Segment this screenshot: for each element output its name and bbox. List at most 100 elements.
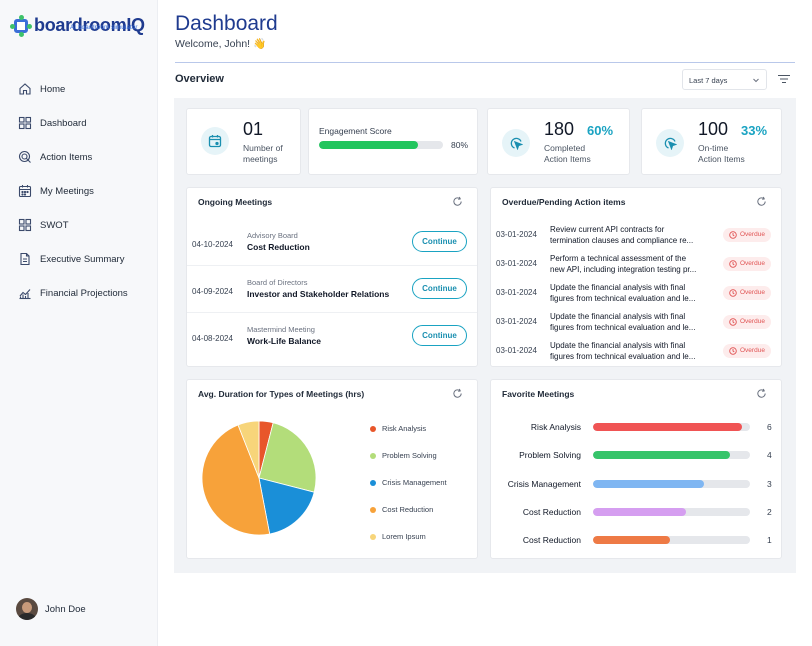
bar: [593, 451, 730, 460]
list-item[interactable]: 03-01-2024 Perform a technical assessment…: [491, 249, 781, 278]
sidebar-item-label: Home: [40, 83, 66, 95]
legend-item: Lorem Ipsum: [370, 532, 447, 559]
sidebar: boardroomIQ AI boardroom simulator Home …: [0, 0, 158, 646]
completed-count: 180: [544, 119, 575, 139]
meeting-duration-card: Avg. Duration for Types of Meetings (hrs…: [186, 379, 478, 559]
completed-percent: 60%: [587, 123, 614, 138]
grid-icon: [18, 218, 32, 232]
legend-swatch: [370, 453, 376, 459]
cursor-stat-icon: [502, 129, 530, 157]
refresh-icon[interactable]: [756, 196, 767, 207]
clock-icon: [729, 347, 737, 355]
legend-label: Risk Analysis: [382, 424, 427, 433]
status-badge: Overdue: [723, 257, 771, 271]
list-item[interactable]: 03-01-2024 Review current API contracts f…: [491, 220, 781, 249]
meeting-name: Work-Life Balance: [247, 336, 322, 346]
list-item[interactable]: 03-01-2024 Update the financial analysis …: [491, 307, 781, 336]
bar-label: Cost Reduction: [522, 535, 581, 546]
list-item[interactable]: 03-01-2024 Update the financial analysis …: [491, 336, 781, 365]
grid-icon: [18, 116, 32, 130]
action-date: 03-01-2024: [496, 317, 537, 326]
legend-swatch: [370, 426, 376, 432]
table-row: 04-08-2024 Mastermind Meeting Work-Life …: [187, 314, 477, 360]
meeting-name: Cost Reduction: [247, 242, 310, 252]
bar-label: Cost Reduction: [522, 506, 581, 517]
bar-track: [593, 423, 750, 431]
list-item[interactable]: 03-01-2024 Update the financial analysis …: [491, 278, 781, 307]
cursor-stat-icon: [656, 129, 684, 157]
avatar: [16, 598, 38, 620]
filter-icon[interactable]: [777, 73, 791, 85]
status-badge: Overdue: [723, 286, 771, 300]
bar-value: 3: [767, 478, 772, 489]
chart-title: Favorite Meetings: [502, 389, 575, 399]
clock-icon: [729, 231, 737, 239]
cursor-click-icon: [510, 137, 523, 150]
calendar-icon: [18, 185, 32, 198]
chart-title: Avg. Duration for Types of Meetings (hrs…: [198, 389, 365, 399]
chevron-down-icon: [753, 78, 759, 83]
engagement-percent: 80%: [451, 140, 469, 150]
meeting-type: Advisory Board: [247, 231, 298, 240]
action-description: Update the financial analysis with final…: [550, 341, 696, 361]
target-icon: [18, 150, 31, 163]
sidebar-nav: Home Dashboard Action Items My Meetings …: [0, 72, 158, 310]
bar: [593, 423, 743, 431]
legend-label: Lorem Ipsum: [382, 532, 426, 541]
legend-label: Problem Solving: [382, 451, 437, 460]
stat-card-engagement: Engagement Score 80%: [308, 108, 478, 175]
meeting-date: 04-08-2024: [192, 334, 233, 343]
legend-item: Problem Solving: [370, 451, 447, 478]
refresh-icon[interactable]: [756, 388, 767, 399]
clock-icon: [729, 318, 737, 326]
user-profile[interactable]: John Doe: [16, 598, 86, 620]
pie-chart: [201, 420, 317, 536]
bar-value: 4: [767, 450, 772, 461]
bar-row: Cost Reduction 1: [491, 533, 781, 561]
legend-item: Risk Analysis: [370, 424, 447, 451]
status-badge: Overdue: [723, 228, 771, 242]
legend-swatch: [370, 507, 376, 513]
refresh-icon[interactable]: [452, 388, 463, 399]
meeting-type: Mastermind Meeting: [247, 325, 315, 334]
bar-track: [593, 479, 750, 488]
legend-swatch: [370, 480, 376, 486]
header-divider: [175, 62, 795, 63]
ontime-percent: 33%: [741, 123, 768, 138]
meeting-type: Board of Directors: [247, 278, 308, 287]
sidebar-item-label: Dashboard: [40, 117, 87, 129]
sidebar-item-label: My Meetings: [40, 185, 94, 197]
refresh-icon[interactable]: [452, 196, 463, 207]
completed-label: Completed Action Items: [544, 143, 591, 164]
sidebar-item-my-meetings[interactable]: My Meetings: [0, 174, 158, 208]
date-range-select[interactable]: Last 7 days: [682, 69, 767, 90]
user-name: John Doe: [45, 603, 86, 615]
action-description: Perform a technical assessment of the new…: [550, 254, 697, 274]
legend-swatch: [370, 534, 376, 540]
calendar-icon: [208, 135, 222, 148]
action-date: 03-01-2024: [496, 288, 537, 297]
sidebar-item-label: SWOT: [40, 219, 69, 231]
sidebar-item-action-items[interactable]: Action Items: [0, 140, 158, 174]
continue-button[interactable]: Continue: [412, 278, 467, 299]
action-description: Review current API contracts for terminat…: [550, 225, 694, 245]
engagement-progress: [319, 141, 443, 149]
continue-button[interactable]: Continue: [412, 325, 467, 346]
continue-button[interactable]: Continue: [412, 231, 467, 252]
status-badge: Overdue: [723, 344, 771, 358]
document-icon: [20, 252, 30, 266]
brand-tagline: AI boardroom simulator: [70, 24, 138, 31]
sidebar-item-executive-summary[interactable]: Executive Summary: [0, 242, 158, 276]
bar-track: [593, 507, 750, 516]
sidebar-item-home[interactable]: Home: [0, 72, 158, 106]
action-date: 03-01-2024: [496, 346, 537, 355]
bar-label: Crisis Management: [507, 478, 581, 489]
bar: [593, 507, 686, 516]
ontime-count: 100: [698, 119, 729, 139]
sidebar-item-financial-projections[interactable]: Financial Projections: [0, 276, 158, 310]
sidebar-item-dashboard[interactable]: Dashboard: [0, 106, 158, 140]
stat-card-ontime: 100 33% On-time Action Items: [641, 108, 782, 175]
sidebar-item-swot[interactable]: SWOT: [0, 208, 158, 242]
bar-track: [593, 536, 750, 545]
favorite-meetings-card: Favorite Meetings Risk Analysis 6 Problem …: [490, 379, 782, 559]
